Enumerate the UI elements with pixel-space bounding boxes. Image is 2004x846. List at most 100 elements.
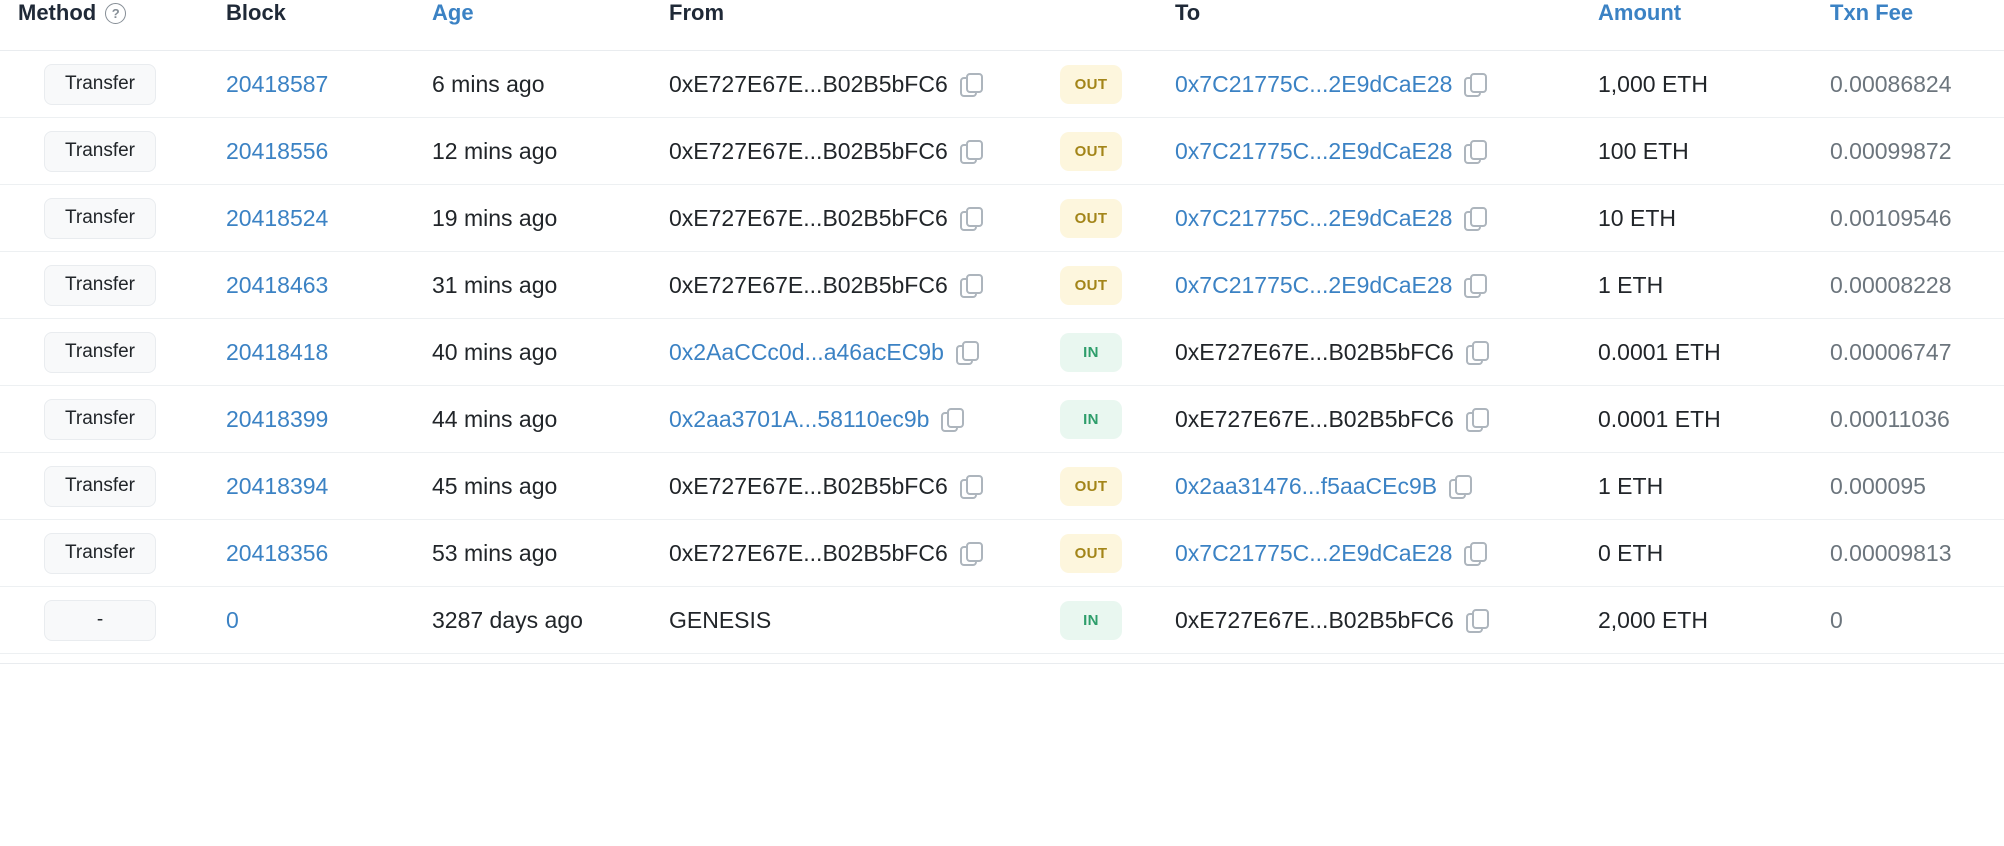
table-body: Transfer 20418587 6 mins ago 0xE727E67E...B…: [0, 51, 2004, 654]
from-address-wrapper: 0xE727E67E...B02B5bFC6: [669, 473, 983, 500]
copy-icon[interactable]: [1465, 608, 1489, 633]
cell-method: Transfer: [0, 453, 220, 520]
cell-from: 0x2AaCCc0d...a46acEC9b: [665, 319, 1060, 386]
copy-icon[interactable]: [1464, 72, 1488, 97]
cell-method: Transfer: [0, 520, 220, 587]
cell-from: 0xE727E67E...B02B5bFC6: [665, 252, 1060, 319]
copy-icon[interactable]: [1464, 541, 1488, 566]
direction-badge: OUT: [1060, 533, 1122, 573]
copy-icon[interactable]: [959, 273, 983, 298]
copy-icon[interactable]: [1464, 206, 1488, 231]
cell-amount: 1 ETH: [1598, 271, 1664, 298]
copy-icon[interactable]: [1464, 139, 1488, 164]
block-link[interactable]: 20418418: [226, 339, 328, 365]
method-pill[interactable]: Transfer: [44, 264, 156, 306]
cell-age: 3287 days ago: [432, 606, 583, 633]
from-address[interactable]: 0x2AaCCc0d...a46acEC9b: [669, 339, 944, 366]
cell-block: 20418418: [220, 319, 430, 386]
direction-badge: OUT: [1060, 265, 1122, 305]
column-header-amount[interactable]: Amount: [1560, 0, 1810, 51]
copy-icon[interactable]: [1465, 340, 1489, 365]
to-address[interactable]: 0x2aa31476...f5aaCEc9B: [1175, 473, 1437, 500]
column-header-txn-fee[interactable]: Txn Fee: [1810, 0, 2004, 51]
method-pill[interactable]: -: [44, 599, 156, 641]
block-link[interactable]: 20418463: [226, 272, 328, 298]
method-pill[interactable]: Transfer: [44, 197, 156, 239]
direction-badge: IN: [1060, 600, 1122, 640]
question-circle-icon[interactable]: ?: [105, 2, 127, 24]
from-address-wrapper: 0x2aa3701A...58110ec9b: [669, 406, 965, 433]
from-address-wrapper: 0x2AaCCc0d...a46acEC9b: [669, 339, 979, 366]
copy-icon[interactable]: [959, 139, 983, 164]
block-link[interactable]: 20418394: [226, 473, 328, 499]
to-address-wrapper: 0x7C21775C...2E9dCaE28: [1175, 205, 1488, 232]
block-link[interactable]: 20418524: [226, 205, 328, 231]
copy-icon[interactable]: [1449, 474, 1473, 499]
block-link[interactable]: 20418356: [226, 540, 328, 566]
method-pill[interactable]: Transfer: [44, 63, 156, 105]
column-header-direction: [1060, 0, 1165, 51]
method-pill[interactable]: Transfer: [44, 465, 156, 507]
cell-txn-fee: 0: [1830, 606, 1843, 633]
table-row: Transfer 20418524 19 mins ago 0xE727E67E...…: [0, 185, 2004, 252]
column-header-age-label[interactable]: Age: [432, 0, 474, 25]
to-address: 0xE727E67E...B02B5bFC6: [1175, 405, 1454, 432]
copy-icon[interactable]: [959, 541, 983, 566]
cell-from: 0xE727E67E...B02B5bFC6: [665, 453, 1060, 520]
cell-to: 0x7C21775C...2E9dCaE28: [1165, 185, 1560, 252]
cell-from: 0xE727E67E...B02B5bFC6: [665, 51, 1060, 118]
method-pill[interactable]: Transfer: [44, 331, 156, 373]
cell-method: Transfer: [0, 118, 220, 185]
copy-icon[interactable]: [941, 407, 965, 432]
cell-amount: 100 ETH: [1598, 137, 1689, 164]
cell-age: 45 mins ago: [432, 472, 558, 499]
cell-from: 0xE727E67E...B02B5bFC6: [665, 185, 1060, 252]
to-address[interactable]: 0x7C21775C...2E9dCaE28: [1175, 272, 1452, 299]
from-address: 0xE727E67E...B02B5bFC6: [669, 137, 948, 164]
method-pill[interactable]: Transfer: [44, 130, 156, 172]
to-address[interactable]: 0x7C21775C...2E9dCaE28: [1175, 205, 1452, 232]
copy-icon[interactable]: [959, 474, 983, 499]
copy-icon[interactable]: [1464, 273, 1488, 298]
column-header-method-label: Method: [18, 0, 97, 25]
from-address-wrapper: GENESIS: [669, 607, 771, 634]
column-header-method: Method ?: [0, 0, 220, 51]
copy-icon[interactable]: [1465, 407, 1489, 432]
to-address[interactable]: 0x7C21775C...2E9dCaE28: [1175, 71, 1452, 98]
copy-icon[interactable]: [959, 206, 983, 231]
direction-badge: IN: [1060, 332, 1122, 372]
column-header-from-label: From: [669, 0, 724, 25]
cell-direction: OUT: [1060, 520, 1165, 587]
copy-icon[interactable]: [959, 72, 983, 97]
cell-txn-fee: 0.00008228: [1830, 271, 1952, 298]
cell-block: 0: [220, 587, 430, 654]
block-link[interactable]: 20418587: [226, 71, 328, 97]
table-row: Transfer 20418356 53 mins ago 0xE727E67E...…: [0, 520, 2004, 587]
cell-direction: OUT: [1060, 118, 1165, 185]
method-pill[interactable]: Transfer: [44, 532, 156, 574]
column-header-age[interactable]: Age: [430, 0, 665, 51]
from-address[interactable]: 0x2aa3701A...58110ec9b: [669, 406, 929, 433]
table-header: Method ? Block Age From To Amount Txn Fe…: [0, 0, 2004, 51]
block-link[interactable]: 20418399: [226, 406, 328, 432]
column-header-to-label: To: [1175, 0, 1201, 25]
table-row: Transfer 20418394 45 mins ago 0xE727E67E...…: [0, 453, 2004, 520]
method-pill[interactable]: Transfer: [44, 398, 156, 440]
column-header-amount-label[interactable]: Amount: [1598, 0, 1681, 25]
block-link[interactable]: 0: [226, 607, 239, 633]
block-link[interactable]: 20418556: [226, 138, 328, 164]
cell-age: 44 mins ago: [432, 405, 558, 432]
cell-block: 20418524: [220, 185, 430, 252]
cell-to: 0x2aa31476...f5aaCEc9B: [1165, 453, 1560, 520]
cell-amount: 1,000 ETH: [1598, 70, 1708, 97]
copy-icon[interactable]: [955, 340, 979, 365]
cell-block: 20418399: [220, 386, 430, 453]
to-address-wrapper: 0x2aa31476...f5aaCEc9B: [1175, 473, 1473, 500]
to-address[interactable]: 0x7C21775C...2E9dCaE28: [1175, 540, 1452, 567]
cell-direction: OUT: [1060, 51, 1165, 118]
to-address[interactable]: 0x7C21775C...2E9dCaE28: [1175, 138, 1452, 165]
cell-to: 0xE727E67E...B02B5bFC6: [1165, 386, 1560, 453]
column-header-txn-fee-label[interactable]: Txn Fee: [1830, 0, 1913, 25]
cell-to: 0xE727E67E...B02B5bFC6: [1165, 587, 1560, 654]
cell-method: Transfer: [0, 319, 220, 386]
